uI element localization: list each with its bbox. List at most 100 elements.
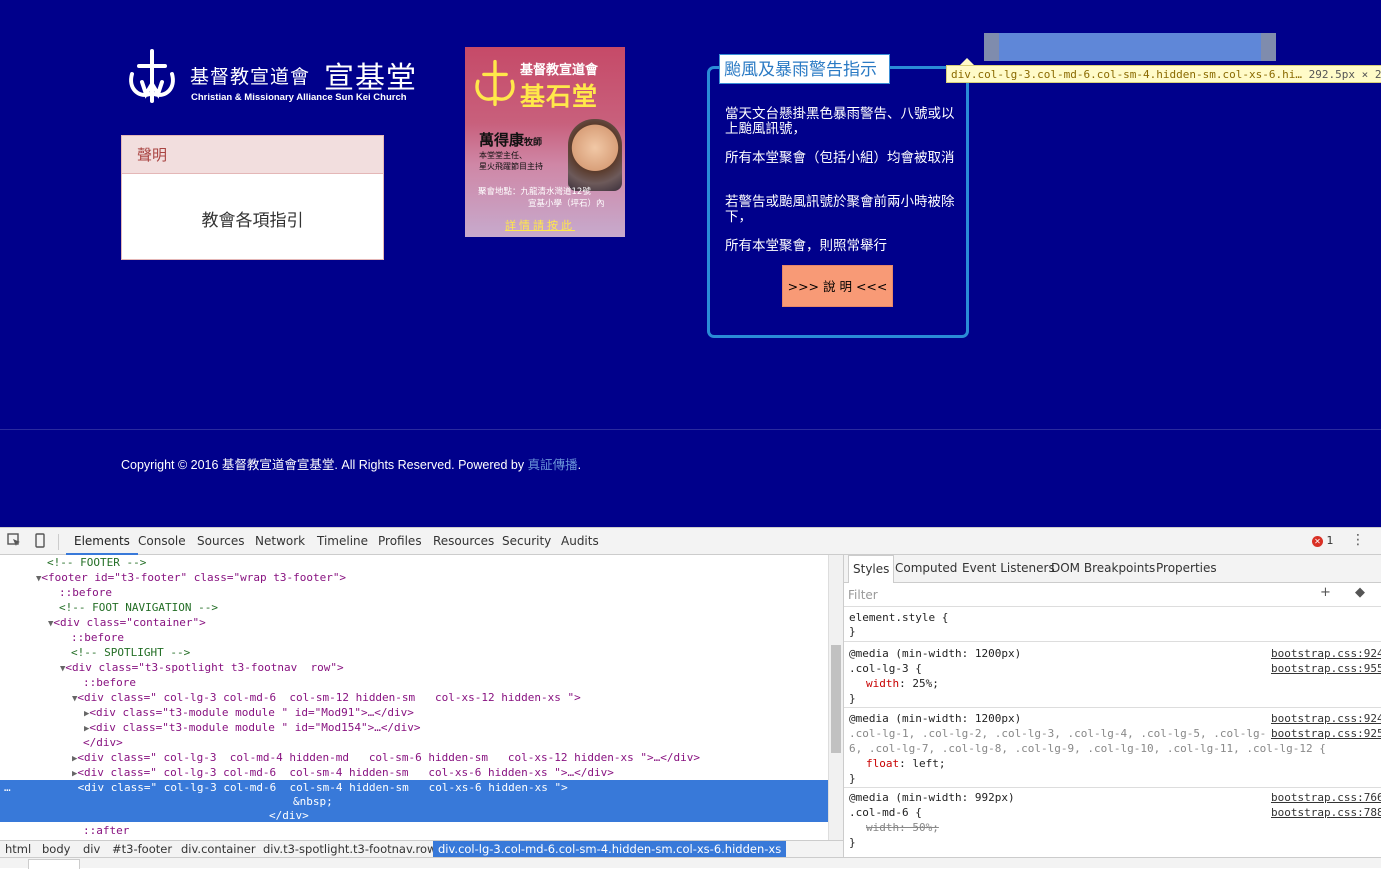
dom-node[interactable]: ::before [0, 675, 828, 690]
disclaimer-link[interactable]: 教會各項指引 [122, 206, 383, 231]
scrollbar-thumb[interactable] [831, 645, 841, 753]
css-selector[interactable]: .col-lg-1, .col-lg-2, .col-lg-3, .col-lg… [849, 726, 1266, 741]
tab-network[interactable]: Network [255, 528, 305, 555]
devtools-toolbar: Elements Console Sources Network Timelin… [0, 527, 1381, 555]
tab-resources[interactable]: Resources [433, 528, 494, 555]
breadcrumb-item[interactable]: div.container [181, 841, 256, 857]
dom-node[interactable]: ▶<div class="t3-module module " id="Mod1… [0, 720, 828, 735]
church-logo[interactable]: 基督教宣道會 宣基堂 Christian & Missionary Allian… [126, 48, 426, 106]
poster-venue: 聚會地點：九龍清水灣道12號 宣基小學（坪石）內 [478, 187, 605, 209]
powered-by-link[interactable]: 真証傳播 [528, 458, 578, 472]
css-selector[interactable]: .col-lg-3 { [849, 661, 922, 676]
dom-node-selected-text[interactable]: &nbsp; [0, 794, 828, 809]
dom-node[interactable]: ▶<div class=" col-lg-3 col-md-6 col-sm-4… [0, 765, 828, 780]
tab-elements[interactable]: Elements [66, 528, 138, 555]
tab-styles[interactable]: Styles [848, 555, 895, 583]
media-query: @media (min-width: 992px) [849, 791, 1015, 804]
dom-scrollbar[interactable] [828, 555, 843, 840]
media-query: @media (min-width: 1200px) [849, 712, 1022, 725]
logo-chinese-big: 宣基堂 [324, 61, 417, 96]
tab-profiles[interactable]: Profiles [378, 528, 422, 555]
dom-node[interactable]: ▼<footer id="t3-footer" class="wrap t3-f… [0, 570, 828, 585]
inspector-tooltip: div.col-lg-3.col-md-6.col-sm-4.hidden-sm… [946, 65, 1381, 83]
source-link[interactable]: bootstrap.css:925 [1271, 726, 1381, 741]
devtools-panel: Elements Console Sources Network Timelin… [0, 527, 1381, 869]
breadcrumb-item[interactable]: div [83, 841, 100, 857]
tab-timeline[interactable]: Timeline [317, 528, 368, 555]
logo-english: Christian & Missionary Alliance Sun Kei … [191, 92, 407, 103]
pastor-photo [568, 119, 622, 191]
dom-tree[interactable]: <!-- FOOTER --> ▼<footer id="t3-footer" … [0, 555, 828, 840]
dom-node[interactable]: ::after [0, 823, 828, 838]
dom-node-selected[interactable]: … <div class=" col-lg-3 col-md-6 col-sm-4… [0, 780, 828, 795]
website-viewport: 基督教宣道會 宣基堂 Christian & Missionary Allian… [0, 0, 1381, 527]
typhoon-text-2: 所有本堂聚會（包括小組）均會被取消 [725, 150, 955, 166]
disclaimer-panel: 聲明 教會各項指引 [121, 135, 384, 260]
media-query: @media (min-width: 1200px) [849, 647, 1022, 660]
dom-node[interactable]: <!-- FOOTER --> [0, 555, 828, 570]
css-selector-cont[interactable]: 6, .col-lg-7, .col-lg-8, .col-lg-9, .col… [849, 741, 1326, 756]
tab-security[interactable]: Security [502, 528, 551, 555]
typhoon-text-3: 若警告或颱風訊號於聚會前兩小時被除下， [725, 194, 955, 225]
tab-sources[interactable]: Sources [197, 528, 244, 555]
css-declaration[interactable]: width: 25%; [849, 676, 939, 691]
tab-event-listeners[interactable]: Event Listeners [962, 555, 1055, 582]
source-link[interactable]: bootstrap.css:955 [1271, 661, 1381, 676]
dom-node[interactable]: <!-- FOOT NAVIGATION --> [0, 600, 828, 615]
error-icon: ✕ [1312, 535, 1323, 547]
more-options-icon[interactable]: ⋮ [1351, 532, 1365, 548]
styles-pane: Styles Computed Event Listeners DOM Brea… [844, 555, 1381, 857]
inspector-tooltip-arrow [960, 58, 974, 65]
tab-console[interactable]: Console [138, 528, 186, 555]
breadcrumb-item[interactable]: body [42, 841, 70, 857]
inspect-element-icon[interactable] [6, 533, 22, 549]
dom-node[interactable]: ▶<div class="t3-module module " id="Mod9… [0, 705, 828, 720]
tab-properties[interactable]: Properties [1156, 555, 1217, 582]
element-style-rule[interactable]: element.style { [849, 610, 948, 625]
css-declaration[interactable]: float: left; [849, 756, 945, 771]
css-selector[interactable]: .col-md-6 { [849, 805, 922, 820]
typhoon-text-4: 所有本堂聚會，則照常舉行 [725, 238, 887, 254]
drawer-strip [0, 857, 1381, 869]
dom-node-selected-close[interactable]: </div> [0, 808, 828, 823]
tab-computed[interactable]: Computed [895, 555, 957, 582]
tab-dom-breakpoints[interactable]: DOM Breakpoints [1051, 555, 1155, 582]
poster-logo-icon [475, 59, 515, 107]
breadcrumb-item[interactable]: #t3-footer [112, 841, 172, 857]
typhoon-text-1: 當天文台懸掛黑色暴雨警告、八號或以上颱風訊號， [725, 106, 955, 137]
inspector-highlight [984, 33, 1276, 61]
source-link[interactable]: bootstrap.css:924 [1271, 646, 1381, 661]
source-link[interactable]: bootstrap.css:766 [1271, 790, 1381, 805]
styles-tabbar: Styles Computed Event Listeners DOM Brea… [844, 555, 1381, 583]
dom-node[interactable]: ::before [0, 630, 828, 645]
breadcrumb-item[interactable]: div.t3-spotlight.t3-footnav.row [263, 841, 436, 857]
poster-pastor: 萬得康牧師 [479, 131, 543, 149]
poster-more-link[interactable]: 詳情請按此 [505, 217, 575, 233]
dom-node[interactable]: ::before [0, 585, 828, 600]
logo-chinese-small: 基督教宣道會 [190, 66, 311, 88]
new-style-rule-icon[interactable]: + ◆ [1320, 585, 1375, 600]
tab-audits[interactable]: Audits [561, 528, 599, 555]
source-link[interactable]: bootstrap.css:788 [1271, 805, 1381, 820]
breadcrumb: html body div #t3-footer div.container d… [0, 840, 843, 857]
poster-line2: 基石堂 [520, 82, 599, 111]
dom-node[interactable]: <!-- SPOTLIGHT --> [0, 645, 828, 660]
dom-node[interactable]: ▶<div class=" col-lg-3 col-md-4 hidden-m… [0, 750, 828, 765]
styles-filter-input[interactable]: Filter [848, 588, 878, 602]
cross-logo-icon [129, 49, 175, 103]
device-mode-icon[interactable] [32, 533, 48, 549]
typhoon-info-button[interactable]: >>> 說 明 <<< [782, 265, 893, 307]
copyright-text: Copyright © 2016 基督教宣道會宣基堂. All Rights R… [121, 458, 582, 472]
dom-node[interactable]: ▼<div class=" col-lg-3 col-md-6 col-sm-1… [0, 690, 828, 705]
typhoon-title: 颱風及暴雨警告指示 [719, 54, 890, 84]
css-declaration-overridden[interactable]: width: 50%; [849, 820, 939, 835]
poster-banner[interactable]: 基督教宣道會 基石堂 萬得康牧師 本堂堂主任、 星火飛躍節目主持 聚會地點：九龍清… [465, 47, 625, 237]
footer-divider [0, 429, 1381, 430]
dom-node[interactable]: ▼<div class="t3-spotlight t3-footnav row… [0, 660, 828, 675]
dom-node[interactable]: ▼<div class="container"> [0, 615, 828, 630]
breadcrumb-item[interactable]: html [5, 841, 31, 857]
source-link[interactable]: bootstrap.css:924 [1271, 711, 1381, 726]
breadcrumb-item-active[interactable]: div.col-lg-3.col-md-6.col-sm-4.hidden-sm… [433, 841, 787, 857]
error-counter[interactable]: ✕ 1 [1312, 534, 1334, 547]
dom-node[interactable]: </div> [0, 735, 828, 750]
